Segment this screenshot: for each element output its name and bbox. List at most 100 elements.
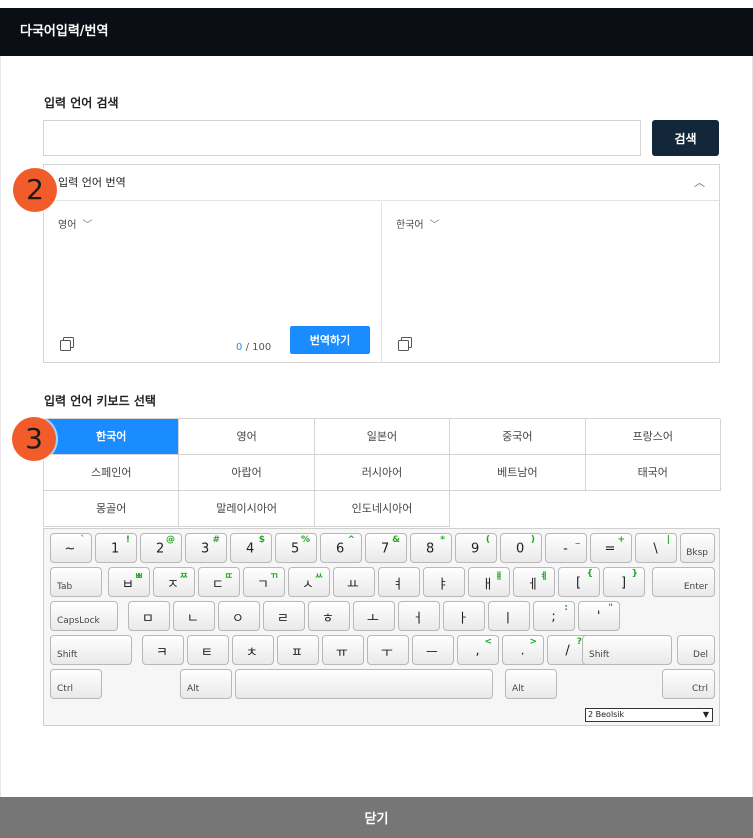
keyboard-language-option[interactable]: 아랍어: [179, 455, 315, 491]
key[interactable]: 6 ^: [320, 533, 362, 563]
key[interactable]: ㄴ: [173, 601, 215, 631]
keyboard-language-option[interactable]: 인도네시아어: [314, 491, 451, 527]
language-search-input[interactable]: [43, 120, 641, 156]
key-capslock[interactable]: CapsLock: [50, 601, 118, 631]
key[interactable]: 5%: [275, 533, 317, 563]
key[interactable]: 3 #: [185, 533, 227, 563]
key[interactable]: , <: [457, 635, 499, 665]
key[interactable]: ㅣ: [488, 601, 530, 631]
key[interactable]: 8 *: [410, 533, 452, 563]
key-shift-char: ㅆ: [314, 572, 323, 582]
key-main-char: ㄴ: [186, 611, 199, 627]
key-alt-right[interactable]: Alt: [505, 669, 557, 699]
keyboard-language-option[interactable]: 러시아어: [314, 455, 451, 491]
key-shift-char: #: [212, 535, 220, 545]
key[interactable]: ~ `: [50, 533, 92, 563]
key[interactable]: ㅈㅉ: [153, 567, 195, 597]
key[interactable]: = +: [590, 533, 632, 563]
target-language-select[interactable]: 한국어 ﹀: [396, 216, 440, 231]
key[interactable]: ㅛ: [333, 567, 375, 597]
keyboard-language-option[interactable]: 태국어: [585, 455, 721, 491]
key[interactable]: \ |: [635, 533, 677, 563]
key[interactable]: ㅡ: [412, 635, 454, 665]
key-tab[interactable]: Tab: [50, 567, 102, 597]
translate-panel-header[interactable]: 입력 언어 번역 ︿: [44, 165, 719, 201]
key[interactable]: ㄱㄲ: [243, 567, 285, 597]
key[interactable]: ㅇ: [218, 601, 260, 631]
key[interactable]: ㅑ: [423, 567, 465, 597]
key-enter[interactable]: Enter: [652, 567, 715, 597]
key[interactable]: 4 $: [230, 533, 272, 563]
key[interactable]: 1!: [95, 533, 137, 563]
chevron-up-icon[interactable]: ︿: [694, 165, 705, 201]
key[interactable]: . >: [502, 635, 544, 665]
key-main-char: ': [596, 609, 601, 625]
key[interactable]: 2 @: [140, 533, 182, 563]
key[interactable]: ㅍ: [277, 635, 319, 665]
keyboard-language-option[interactable]: 중국어: [450, 419, 586, 455]
key[interactable]: 7 &: [365, 533, 407, 563]
key[interactable]: ㅁ: [128, 601, 170, 631]
key-main-char: ㅕ: [391, 577, 404, 593]
key-delete[interactable]: Del: [677, 635, 715, 665]
key-backspace[interactable]: Bksp: [680, 533, 715, 563]
key[interactable]: 9(: [455, 533, 497, 563]
key-shift-left[interactable]: Shift: [50, 635, 132, 665]
keyboard-language-option[interactable]: 말레이시아어: [179, 491, 315, 527]
keyboard-language-option[interactable]: 몽골어: [44, 491, 180, 527]
key[interactable]: ㅜ: [367, 635, 409, 665]
key[interactable]: ㅐㅒ: [468, 567, 510, 597]
translate-button[interactable]: 번역하기: [290, 326, 370, 354]
key-main-char: ㅗ: [366, 611, 379, 627]
source-text-area[interactable]: 영어 ﹀ 0 / 100 번역하기: [44, 202, 382, 363]
key-main-char: -: [563, 541, 568, 557]
key[interactable]: ㅕ: [378, 567, 420, 597]
key-main-char: ㅡ: [425, 645, 438, 661]
key[interactable]: ]}: [603, 567, 645, 597]
key[interactable]: ㅂㅃ: [108, 567, 150, 597]
key-shift-char: {: [586, 569, 593, 579]
keyboard-language-option[interactable]: 스페인어: [44, 455, 180, 491]
character-counter: 0 / 100: [236, 342, 271, 353]
key[interactable]: ㅋ: [142, 635, 184, 665]
key[interactable]: ;:: [533, 601, 575, 631]
key[interactable]: ' ": [578, 601, 620, 631]
key-ctrl-left[interactable]: Ctrl: [50, 669, 102, 699]
copy-icon[interactable]: [60, 337, 74, 351]
key[interactable]: ㅅㅆ: [288, 567, 330, 597]
close-button[interactable]: 닫기: [0, 797, 753, 838]
key[interactable]: - _: [545, 533, 587, 563]
key[interactable]: ㅎ: [308, 601, 350, 631]
keyboard-language-option[interactable]: 한국어: [44, 419, 180, 455]
key[interactable]: ㅏ: [443, 601, 485, 631]
key[interactable]: ㅓ: [398, 601, 440, 631]
key[interactable]: ㅌ: [187, 635, 229, 665]
copy-icon[interactable]: [398, 337, 412, 351]
keyboard-language-option[interactable]: 영어: [179, 419, 315, 455]
key[interactable]: ㄹ: [263, 601, 305, 631]
keyboard-language-option[interactable]: 베트남어: [450, 455, 586, 491]
key[interactable]: ㅠ: [322, 635, 364, 665]
chevron-down-icon: ﹀: [82, 220, 93, 231]
key[interactable]: [{: [558, 567, 600, 597]
keyboard-layout-select[interactable]: 2 Beolsik ▼: [585, 708, 713, 722]
keyboard-language-option[interactable]: 일본어: [314, 419, 451, 455]
key[interactable]: ㄷㄸ: [198, 567, 240, 597]
key[interactable]: ㅗ: [353, 601, 395, 631]
keyboard-row: Ctrl Alt Alt Ctrl: [50, 669, 715, 699]
target-language-label: 한국어: [396, 220, 424, 231]
key[interactable]: ㅊ: [232, 635, 274, 665]
key-shift-char: ㅖ: [539, 572, 548, 582]
search-button[interactable]: 검색: [652, 120, 719, 156]
source-language-select[interactable]: 영어 ﹀: [58, 216, 92, 231]
key-shift-right[interactable]: Shift: [582, 635, 672, 665]
key-ctrl-right[interactable]: Ctrl: [662, 669, 715, 699]
chevron-down-icon: ▼: [702, 710, 709, 719]
key[interactable]: ㅔㅖ: [513, 567, 555, 597]
keyboard-language-option[interactable]: 프랑스어: [585, 419, 721, 455]
key-space[interactable]: [235, 669, 493, 699]
key-main-char: 3: [201, 541, 210, 557]
key-label: Tab: [57, 582, 73, 592]
key-alt-left[interactable]: Alt: [180, 669, 232, 699]
key[interactable]: 0): [500, 533, 542, 563]
